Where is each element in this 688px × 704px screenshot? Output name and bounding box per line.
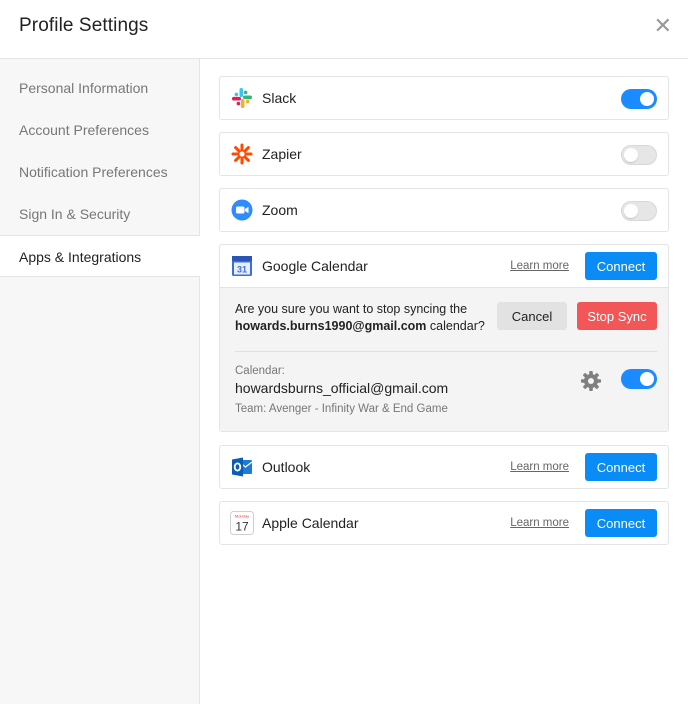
learn-more-link[interactable]: Learn more bbox=[510, 446, 569, 488]
slack-icon bbox=[232, 88, 252, 108]
google-calendar-icon: 31 bbox=[232, 256, 252, 276]
close-icon[interactable]: ✕ bbox=[654, 14, 672, 38]
integrations-list: Slack Zapier Zoom 31 Google Calendar Lea… bbox=[200, 59, 688, 704]
zoom-icon bbox=[231, 199, 253, 221]
zapier-icon bbox=[231, 143, 253, 165]
google-calendar-icon-day: 31 bbox=[237, 265, 247, 275]
cancel-button[interactable]: Cancel bbox=[497, 302, 567, 330]
apple-calendar-icon-day: 17 bbox=[235, 520, 249, 534]
slack-toggle[interactable] bbox=[621, 89, 657, 109]
zoom-toggle[interactable] bbox=[621, 201, 657, 221]
integration-card-google-calendar: 31 Google Calendar Learn more Connect Ar… bbox=[219, 244, 669, 432]
connect-button[interactable]: Connect bbox=[585, 453, 657, 481]
integration-name: Outlook bbox=[262, 459, 311, 475]
stop-sync-button[interactable]: Stop Sync bbox=[577, 302, 657, 330]
sidebar-item-notification-preferences[interactable]: Notification Preferences bbox=[0, 151, 199, 193]
integration-name: Slack bbox=[262, 90, 297, 106]
integration-name: Zapier bbox=[262, 146, 302, 162]
connect-button[interactable]: Connect bbox=[585, 509, 657, 537]
sidebar: Personal Information Account Preferences… bbox=[0, 59, 200, 704]
apple-calendar-icon-month: Monday bbox=[235, 514, 249, 519]
confirm-suffix: calendar? bbox=[429, 319, 485, 333]
connect-button[interactable]: Connect bbox=[585, 252, 657, 280]
sidebar-item-personal-information[interactable]: Personal Information bbox=[0, 67, 199, 109]
integration-card-zoom: Zoom bbox=[219, 188, 669, 232]
learn-more-link[interactable]: Learn more bbox=[510, 502, 569, 544]
zapier-toggle[interactable] bbox=[621, 145, 657, 165]
toggle-knob bbox=[640, 92, 654, 106]
outlook-icon bbox=[232, 457, 253, 477]
integration-name: Google Calendar bbox=[262, 258, 368, 274]
apple-calendar-icon: Monday 17 bbox=[230, 511, 254, 535]
dialog-title: Profile Settings bbox=[19, 15, 149, 36]
calendar-sync-toggle[interactable] bbox=[621, 369, 657, 389]
calendar-email: howardsburns_official@gmail.com bbox=[235, 380, 449, 396]
learn-more-link[interactable]: Learn more bbox=[510, 245, 569, 287]
toggle-knob bbox=[624, 204, 638, 218]
confirm-email: howards.burns1990@gmail.com bbox=[235, 319, 427, 333]
dialog-header: Profile Settings ✕ bbox=[0, 0, 688, 59]
integration-name: Apple Calendar bbox=[262, 515, 359, 531]
gear-icon[interactable] bbox=[580, 370, 602, 392]
integration-card-apple-calendar: Monday 17 Apple Calendar Learn more Conn… bbox=[219, 501, 669, 545]
calendar-label: Calendar: bbox=[235, 365, 285, 377]
integration-card-outlook: Outlook Learn more Connect bbox=[219, 445, 669, 489]
stop-sync-panel: Are you sure you want to stop syncing th… bbox=[220, 287, 668, 431]
divider bbox=[235, 351, 657, 352]
toggle-knob bbox=[640, 372, 654, 386]
integration-name: Zoom bbox=[262, 202, 298, 218]
sidebar-item-apps-integrations[interactable]: Apps & Integrations bbox=[0, 235, 200, 277]
confirm-prefix: Are you sure you want to stop syncing th… bbox=[235, 302, 468, 316]
sidebar-item-sign-in-security[interactable]: Sign In & Security bbox=[0, 193, 199, 235]
toggle-knob bbox=[624, 148, 638, 162]
integration-card-zapier: Zapier bbox=[219, 132, 669, 176]
stop-sync-confirm-message: Are you sure you want to stop syncing th… bbox=[235, 301, 495, 335]
integration-card-slack: Slack bbox=[219, 76, 669, 120]
calendar-team: Team: Avenger - Infinity War & End Game bbox=[235, 403, 448, 415]
sidebar-item-account-preferences[interactable]: Account Preferences bbox=[0, 109, 199, 151]
